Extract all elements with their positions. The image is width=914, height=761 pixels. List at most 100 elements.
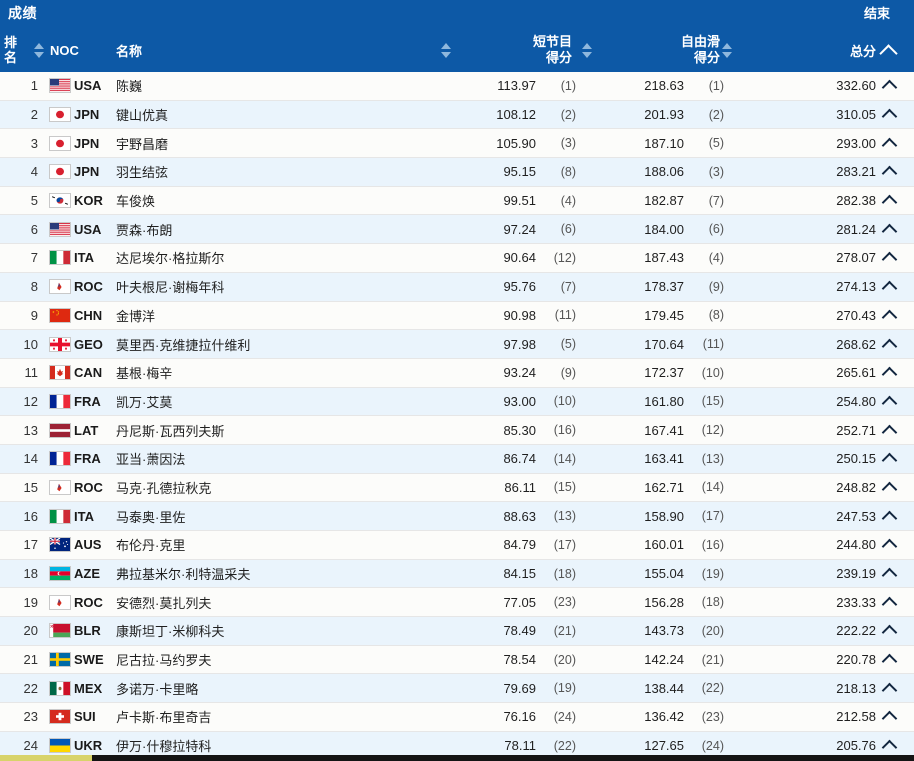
sort-free-skate-button[interactable] xyxy=(718,28,736,72)
column-header-rank[interactable]: 排名 xyxy=(4,28,30,72)
cell-noc: ROC xyxy=(74,279,103,295)
row-expand-button[interactable] xyxy=(876,388,902,416)
cell-free-skate-rank: (18) xyxy=(701,595,724,610)
cell-free-skate-score: 201.93 xyxy=(644,107,684,123)
cell-short-program-rank: (8) xyxy=(560,164,576,179)
row-expand-button[interactable] xyxy=(876,273,902,301)
row-expand-button[interactable] xyxy=(876,359,902,387)
sort-short-program-button[interactable] xyxy=(578,28,596,72)
sort-both-icon xyxy=(722,42,732,58)
table-row[interactable]: 9 CHN 金博洋 90.98 (11) 179.45 (8) 270.43 xyxy=(0,301,914,331)
cell-flag xyxy=(48,359,72,387)
flag-swe-icon xyxy=(49,652,71,668)
cell-athlete-name: 贾森·布朗 xyxy=(116,222,173,238)
row-expand-button[interactable] xyxy=(876,129,902,157)
sort-total-button[interactable] xyxy=(878,28,898,72)
table-row[interactable]: 18 AZE 弗拉基米尔·利特温采夫 84.15 (18) 155.04 (19) 239.1… xyxy=(0,559,914,589)
table-row[interactable]: 19 ROC 安德烈·莫扎列夫 77.05 (23) 156.28 (18) 233.33 xyxy=(0,588,914,618)
cell-total-score: 247.53 xyxy=(836,508,876,524)
flag-jpn-icon xyxy=(49,107,71,123)
table-row[interactable]: 4 JPN 羽生结弦 95.15 (8) 188.06 (3) 283.21 xyxy=(0,158,914,187)
column-header-free-skate[interactable]: 自由滑 得分 xyxy=(620,28,720,72)
table-row[interactable]: 22 MEX 多诺万·卡里略 79.69 (19) 138.44 (22) 218.13 xyxy=(0,674,914,704)
row-expand-button[interactable] xyxy=(876,474,902,502)
table-row[interactable]: 13 LAT 丹尼斯·瓦西列夫斯 85.30 (16) 167.41 (12) 252.71 xyxy=(0,416,914,445)
table-row[interactable]: 17 AUS 布伦丹·克里 84.79 (17) 160.01 (16) 244.80 xyxy=(0,531,914,560)
table-row[interactable]: 5 KOR 车俊焕 99.51 (4) 182.87 (7) 282.38 xyxy=(0,186,914,216)
cell-rank: 11 xyxy=(24,365,39,381)
column-header-noc[interactable]: NOC xyxy=(50,28,110,72)
sort-both-icon xyxy=(34,42,44,58)
cell-short-program-rank: (19) xyxy=(553,681,576,696)
cell-total-score: 274.13 xyxy=(836,279,876,295)
cell-short-program-score: 79.69 xyxy=(503,680,536,696)
table-row[interactable]: 20 BLR 康斯坦丁·米柳科夫 78.49 (21) 143.73 (20) 222.22 xyxy=(0,617,914,646)
cell-athlete-name: 宇野昌磨 xyxy=(116,136,169,152)
row-expand-button[interactable] xyxy=(876,560,902,588)
table-row[interactable]: 12 FRA 凯万·艾莫 93.00 (10) 161.80 (15) 254.80 xyxy=(0,387,914,417)
cell-short-program-rank: (1) xyxy=(560,78,576,93)
cell-free-skate-rank: (23) xyxy=(701,709,724,724)
table-row[interactable]: 21 SWE 尼古拉·马约罗夫 78.54 (20) 142.24 (21) 220.78 xyxy=(0,645,914,675)
cell-rank: 15 xyxy=(23,479,38,495)
row-expand-button[interactable] xyxy=(876,101,902,129)
cell-total-score: 244.80 xyxy=(836,537,876,553)
cell-flag xyxy=(48,502,72,530)
table-row[interactable]: 10 GEO 莫里西·克维捷拉什维利 97.98 (5) 170.64 (11) 268.62 xyxy=(0,330,914,359)
cell-short-program-rank: (4) xyxy=(560,193,576,208)
column-header-short-program[interactable]: 短节目 得分 xyxy=(472,28,572,72)
cell-free-skate-score: 142.24 xyxy=(644,652,684,668)
row-expand-button[interactable] xyxy=(876,158,902,186)
cell-short-program-rank: (24) xyxy=(553,709,576,724)
cell-short-program-score: 88.63 xyxy=(503,508,536,524)
row-expand-button[interactable] xyxy=(876,703,902,731)
cell-short-program-score: 99.51 xyxy=(503,193,536,209)
cell-free-skate-rank: (1) xyxy=(708,78,724,93)
horizontal-scrollbar-thumb[interactable] xyxy=(0,755,92,761)
row-expand-button[interactable] xyxy=(876,502,902,530)
table-row[interactable]: 11 CAN 基根·梅辛 93.24 (9) 172.37 (10) 265.61 xyxy=(0,358,914,388)
table-row[interactable]: 1 USA 陈巍 113.97 (1) 218.63 (1) 332.60 xyxy=(0,72,914,101)
column-header-total[interactable]: 总分 xyxy=(780,28,876,72)
table-row[interactable]: 3 JPN 宇野昌磨 105.90 (3) 187.10 (5) 293.00 xyxy=(0,129,914,159)
column-header-name[interactable]: 名称 xyxy=(116,28,416,72)
table-row[interactable]: 15 ROC 马克·孔德拉秋克 86.11 (15) 162.71 (14) 248.82 xyxy=(0,473,914,503)
cell-short-program-score: 78.49 xyxy=(503,623,536,639)
row-expand-button[interactable] xyxy=(876,445,902,473)
row-expand-button[interactable] xyxy=(876,646,902,674)
row-expand-button[interactable] xyxy=(876,416,902,444)
chevron-up-icon xyxy=(881,280,897,297)
table-row[interactable]: 8 ROC 叶夫根尼·谢梅年科 95.76 (7) 178.37 (9) 274.13 xyxy=(0,272,914,302)
row-expand-button[interactable] xyxy=(876,244,902,272)
table-row[interactable]: 7 ITA 达尼埃尔·格拉斯尔 90.64 (12) 187.43 (4) 278.07 xyxy=(0,244,914,273)
row-expand-button[interactable] xyxy=(876,187,902,215)
cell-athlete-name: 凯万·艾莫 xyxy=(116,394,173,410)
row-expand-button[interactable] xyxy=(876,330,902,358)
row-expand-button[interactable] xyxy=(876,215,902,243)
table-row[interactable]: 6 USA 贾森·布朗 97.24 (6) 184.00 (6) 281.24 xyxy=(0,215,914,245)
row-expand-button[interactable] xyxy=(876,674,902,702)
table-row[interactable]: 23 SUI 卢卡斯·布里奇吉 76.16 (24) 136.42 (23) 212.58 xyxy=(0,703,914,732)
flag-kor-icon xyxy=(49,193,71,209)
sort-name-button[interactable] xyxy=(437,28,455,72)
cell-flag xyxy=(48,215,72,243)
row-expand-button[interactable] xyxy=(876,588,902,616)
cell-free-skate-rank: (16) xyxy=(701,537,724,552)
cell-athlete-name: 弗拉基米尔·利特温采夫 xyxy=(116,567,251,583)
row-expand-button[interactable] xyxy=(876,617,902,645)
sort-rank-button[interactable] xyxy=(30,28,48,72)
column-header-name-label: 名称 xyxy=(116,43,143,59)
horizontal-scrollbar-track[interactable] xyxy=(0,755,914,761)
cell-short-program-rank: (5) xyxy=(560,337,576,352)
cell-total-score: 218.13 xyxy=(836,680,876,696)
table-row[interactable]: 16 ITA 马泰奥·里佐 88.63 (13) 158.90 (17) 247.53 xyxy=(0,502,914,531)
chevron-up-icon xyxy=(881,309,897,326)
table-row[interactable]: 2 JPN 键山优真 108.12 (2) 201.93 (2) 310.05 xyxy=(0,100,914,130)
row-expand-button[interactable] xyxy=(876,531,902,559)
cell-athlete-name: 马泰奥·里佐 xyxy=(116,509,186,525)
row-expand-button[interactable] xyxy=(876,302,902,330)
cell-rank: 7 xyxy=(30,250,38,266)
row-expand-button[interactable] xyxy=(876,72,902,100)
table-row[interactable]: 14 FRA 亚当·萧因法 86.74 (14) 163.41 (13) 250.15 xyxy=(0,444,914,474)
cell-rank: 22 xyxy=(23,680,38,696)
